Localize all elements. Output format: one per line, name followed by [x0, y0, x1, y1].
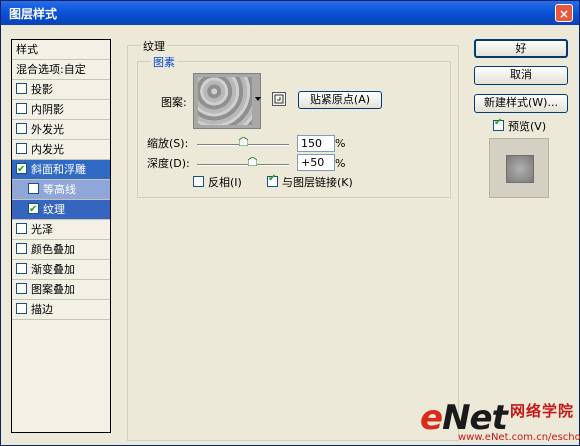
style-item-checkbox[interactable] — [16, 103, 27, 114]
style-item-label: 外发光 — [31, 123, 64, 136]
blend-options-item[interactable]: 混合选项:自定 — [12, 60, 110, 80]
watermark-url: www.eNet.com.cn/eschool — [458, 432, 580, 443]
style-item-label: 内发光 — [31, 143, 64, 156]
watermark-cn-text: 网络学院 — [510, 402, 575, 420]
scale-label: 缩放(S): — [147, 137, 189, 150]
title-bar[interactable]: 图层样式 × — [1, 1, 579, 25]
depth-slider-track[interactable] — [197, 164, 289, 166]
style-list-item[interactable]: 斜面和浮雕 — [12, 160, 110, 180]
cancel-button[interactable]: 取消 — [474, 66, 568, 85]
style-list-item[interactable]: 内发光 — [12, 140, 110, 160]
style-list-item[interactable]: 投影 — [12, 80, 110, 100]
style-list-item[interactable]: 颜色叠加 — [12, 240, 110, 260]
style-list-panel: 样式 混合选项:自定 投影内阴影外发光内发光斜面和浮雕等高线纹理光泽颜色叠加渐变… — [11, 39, 111, 433]
snap-to-origin-button[interactable]: 贴紧原点(A) — [298, 91, 382, 109]
style-item-label: 内阴影 — [31, 103, 64, 116]
style-item-label: 等高线 — [43, 183, 76, 196]
preview-checkbox-box[interactable] — [493, 117, 504, 131]
style-item-label: 纹理 — [43, 203, 65, 216]
style-item-label: 描边 — [31, 303, 53, 316]
link-layer-label: 与图层链接(K) — [282, 176, 353, 189]
style-list-item[interactable]: 纹理 — [12, 200, 110, 220]
style-item-checkbox[interactable] — [16, 123, 27, 134]
depth-unit: % — [335, 157, 346, 170]
style-preview-swatch — [506, 155, 534, 183]
pattern-dropdown-icon[interactable] — [255, 96, 261, 102]
style-item-checkbox[interactable] — [16, 303, 27, 314]
scale-input[interactable]: 150 — [297, 135, 335, 152]
style-list-item[interactable]: 等高线 — [12, 180, 110, 200]
style-item-checkbox[interactable] — [16, 263, 27, 274]
scale-slider-thumb[interactable] — [239, 137, 248, 146]
texture-group-title: 纹理 — [141, 38, 167, 54]
new-preset-icon[interactable] — [272, 92, 286, 106]
invert-checkbox-box[interactable] — [193, 176, 204, 187]
style-list-item[interactable]: 描边 — [12, 300, 110, 320]
preview-label: 预览(V) — [508, 120, 547, 133]
depth-slider-thumb[interactable] — [248, 157, 258, 166]
window-title: 图层样式 — [9, 7, 58, 21]
style-item-checkbox[interactable] — [28, 183, 39, 194]
pattern-picker[interactable] — [193, 73, 261, 129]
style-item-checkbox[interactable] — [16, 160, 27, 179]
style-item-label: 光泽 — [31, 223, 53, 236]
elements-subgroup-title: 图素 — [151, 54, 177, 70]
style-item-checkbox[interactable] — [16, 83, 27, 94]
style-item-label: 斜面和浮雕 — [31, 163, 86, 176]
style-list-header[interactable]: 样式 — [12, 40, 110, 60]
style-list-item[interactable]: 外发光 — [12, 120, 110, 140]
style-item-label: 图案叠加 — [31, 283, 75, 296]
style-item-label: 渐变叠加 — [31, 263, 75, 276]
style-item-checkbox[interactable] — [28, 200, 39, 219]
style-item-checkbox[interactable] — [16, 283, 27, 294]
close-button[interactable]: × — [555, 4, 573, 22]
invert-label: 反相(I) — [208, 176, 242, 189]
style-list-item[interactable]: 内阴影 — [12, 100, 110, 120]
depth-label: 深度(D): — [147, 157, 190, 170]
link-layer-checkbox-box[interactable] — [267, 173, 278, 187]
style-preview — [489, 138, 549, 198]
invert-checkbox[interactable]: 反相(I) — [193, 174, 242, 190]
ok-button[interactable]: 好 — [474, 39, 568, 58]
scale-unit: % — [335, 137, 346, 150]
style-list-item[interactable]: 渐变叠加 — [12, 260, 110, 280]
depth-input[interactable]: +50 — [297, 154, 335, 171]
style-item-label: 投影 — [31, 83, 53, 96]
style-item-label: 颜色叠加 — [31, 243, 75, 256]
style-item-checkbox[interactable] — [16, 243, 27, 254]
pattern-label: 图案: — [161, 96, 187, 109]
style-list-item[interactable]: 图案叠加 — [12, 280, 110, 300]
link-layer-checkbox[interactable]: 与图层链接(K) — [267, 173, 353, 190]
style-item-checkbox[interactable] — [16, 223, 27, 234]
style-list-item[interactable]: 光泽 — [12, 220, 110, 240]
style-item-checkbox[interactable] — [16, 143, 27, 154]
enet-logo-e: e — [420, 398, 443, 438]
pattern-swatch — [198, 77, 252, 125]
layer-style-dialog: 图层样式 × 样式 混合选项:自定 投影内阴影外发光内发光斜面和浮雕等高线纹理光… — [0, 0, 580, 446]
preview-checkbox[interactable]: 预览(V) — [493, 117, 547, 134]
new-style-button[interactable]: 新建样式(W)... — [474, 94, 568, 113]
